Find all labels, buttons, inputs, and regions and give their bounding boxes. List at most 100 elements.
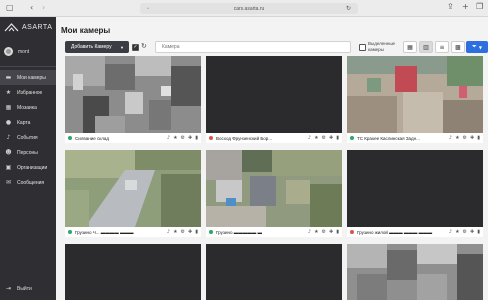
camera-card[interactable]: Грузино жилой ▬▬▬ ▬▬▬ ▬▬▬ ♪ ★ ⚙ ✚ ▮ [347,150,483,237]
sidebar-item-label: События [17,134,38,141]
gear-icon[interactable]: ⚙ [322,229,326,235]
filter-button[interactable]: ⏷ ▼ [466,41,488,53]
trash-icon[interactable]: ▮ [477,229,480,235]
video-thumbnail [206,150,342,227]
trash-icon[interactable]: ▮ [336,229,339,235]
sidebar-nav: ▬ Мои камеры ★ Избранное ▦ Мозаика ● Кар… [0,70,56,190]
gear-icon[interactable]: ⚙ [322,135,326,141]
trash-icon[interactable]: ▮ [477,135,480,141]
grid-small-view-button[interactable]: ▦ [403,41,417,53]
sidebar-item-favorites[interactable]: ★ Избранное [0,85,56,100]
sidebar-item-label: Избранное [17,89,43,96]
puzzle-icon[interactable]: ✚ [470,135,474,141]
video-thumbnail [65,150,201,227]
gear-icon[interactable]: ⚙ [181,229,185,235]
address-bar[interactable]: ▫ cars.asarta.ru ↻ [140,3,358,14]
camera-card[interactable]: Грузино ▬▬▬▬▬ ▬ ♪ ★ ⚙ ✚ ▮ [206,150,342,237]
logout-button[interactable]: ⇥ Выйти [5,285,32,292]
camera-preview[interactable] [65,150,201,227]
gear-icon[interactable]: ⚙ [181,135,185,141]
sidebar-item-messages[interactable]: ✉ Сообщения [0,175,56,190]
star-icon[interactable]: ★ [173,135,177,141]
user-profile[interactable]: mont [4,47,29,56]
sidebar-item-events[interactable]: ♪ События [0,130,56,145]
video-thumbnail [347,244,483,300]
camera-preview[interactable] [65,56,201,133]
star-icon[interactable]: ★ [455,135,459,141]
puzzle-icon[interactable]: ✚ [470,229,474,235]
trash-icon[interactable]: ▮ [336,135,339,141]
bell-icon[interactable]: ♪ [167,135,170,141]
brand-name: ASARTA [22,24,53,31]
camera-card[interactable]: Силваниe склад ♪ ★ ⚙ ✚ ▮ [65,56,201,143]
bell-icon[interactable]: ♪ [308,135,311,141]
camera-preview[interactable] [65,244,201,300]
star-icon[interactable]: ★ [314,135,318,141]
camera-card[interactable]: Восход Фрунзенский Бор... ♪ ★ ⚙ ✚ ▮ [206,56,342,143]
reload-icon[interactable]: ↻ [346,5,351,12]
bell-icon[interactable]: ♪ [167,229,170,235]
brand-logo[interactable]: ASARTA [4,23,52,32]
select-all-checkbox[interactable]: ✓ [132,43,139,51]
lock-icon: ▫ [147,5,149,12]
status-dot [68,136,72,140]
refresh-icon[interactable]: ↻ [141,42,147,50]
camera-actions: ♪ ★ ⚙ ✚ ▮ [449,135,480,141]
sidebar-item-my-cameras[interactable]: ▬ Мои камеры [0,70,56,85]
filter-icon: ⏷ [472,43,477,50]
status-dot [209,136,213,140]
camera-preview[interactable] [347,150,483,227]
share-icon[interactable]: ⇪ [447,3,454,11]
chevron-left-icon[interactable]: ‹ [30,4,33,12]
sidebar-item-persons[interactable]: ☻ Персоны [0,145,56,160]
star-icon[interactable]: ★ [173,229,177,235]
chevron-down-icon: ▼ [478,44,482,50]
large-view-button[interactable]: ▩ [451,41,465,53]
sidebar-item-label: Мозаика [17,104,37,111]
puzzle-icon[interactable]: ✚ [329,229,333,235]
sidebar-item-map[interactable]: ● Карта [0,115,56,130]
trash-icon[interactable]: ▮ [195,229,198,235]
camera-footer: Грузино жилой ▬▬▬ ▬▬▬ ▬▬▬ ♪ ★ ⚙ ✚ ▮ [347,227,483,237]
selected-cameras-checkbox[interactable] [359,43,366,51]
search-input[interactable] [155,41,351,53]
chevron-right-icon[interactable]: › [42,4,45,12]
list-view-button[interactable]: ≡ [435,41,449,53]
plus-icon[interactable]: + [462,3,469,11]
status-dot [68,230,72,234]
bell-icon[interactable]: ♪ [449,229,452,235]
camera-preview[interactable] [206,56,342,133]
bell-icon[interactable]: ♪ [308,229,311,235]
camera-preview[interactable] [206,150,342,227]
camera-actions: ♪ ★ ⚙ ✚ ▮ [167,135,198,141]
sidebar-toggle-icon[interactable]: ▢ [6,4,14,12]
gear-icon[interactable]: ⚙ [463,229,467,235]
add-camera-button[interactable]: Добавить Камеру ▼ [65,41,129,53]
camera-card[interactable] [65,244,201,300]
video-thumbnail [65,244,201,300]
camera-preview[interactable] [347,244,483,300]
star-icon[interactable]: ★ [314,229,318,235]
camera-preview[interactable] [206,244,342,300]
camera-card[interactable]: Грузино Ч... ▬▬▬▬ ▬▬▬ ♪ ★ ⚙ ✚ ▮ [65,150,201,237]
trash-icon[interactable]: ▮ [195,135,198,141]
video-thumbnail [347,150,483,227]
gear-icon[interactable]: ⚙ [463,135,467,141]
camera-preview[interactable] [347,56,483,133]
grid-icon: ▦ [5,104,12,111]
puzzle-icon[interactable]: ✚ [329,135,333,141]
grid-view-button[interactable]: ▥ [419,41,433,53]
browser-toolbar: ▢ ‹ › ▫ cars.asarta.ru ↻ ⇪ + ❐ [0,0,488,17]
sidebar-item-mosaic[interactable]: ▦ Мозаика [0,100,56,115]
camera-card[interactable] [206,244,342,300]
star-icon[interactable]: ★ [455,229,459,235]
puzzle-icon[interactable]: ✚ [188,135,192,141]
tabs-icon[interactable]: ❐ [476,3,483,11]
camera-card[interactable]: ТС Крахее Каслинская Задн... ♪ ★ ⚙ ✚ ▮ [347,56,483,143]
bell-icon[interactable]: ♪ [449,135,452,141]
puzzle-icon[interactable]: ✚ [188,229,192,235]
video-thumbnail [206,56,342,133]
camera-card[interactable] [347,244,483,300]
sidebar-item-organizations[interactable]: ▣ Организации [0,160,56,175]
video-thumbnail [347,56,483,133]
